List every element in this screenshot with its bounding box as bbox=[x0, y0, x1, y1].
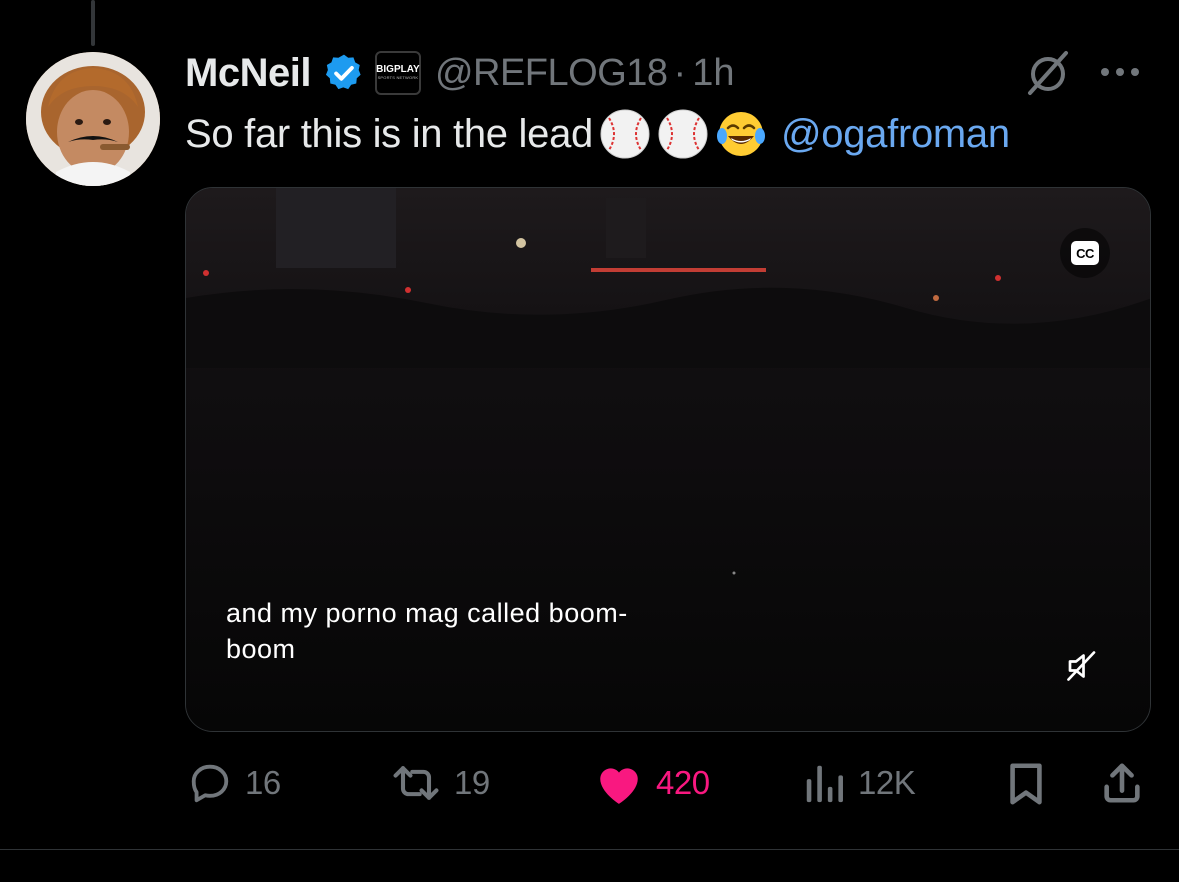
bookmark-button[interactable] bbox=[1004, 755, 1048, 811]
closed-captions-button[interactable]: CC bbox=[1060, 228, 1110, 278]
avatar[interactable] bbox=[26, 52, 160, 186]
thread-connector-line bbox=[91, 0, 95, 46]
reply-count: 16 bbox=[245, 764, 281, 801]
muted-speaker-icon bbox=[1067, 651, 1096, 681]
tweet-actions: 16 19 420 12K bbox=[0, 755, 1179, 811]
reply-icon bbox=[191, 764, 229, 803]
views-button[interactable]: 12K bbox=[802, 755, 916, 811]
views-icon bbox=[806, 765, 843, 803]
like-count: 420 bbox=[656, 764, 710, 801]
affiliate-badge-line2: SPORTS NETWORK bbox=[377, 75, 419, 80]
tweet-text: So far this is in the lead @ogafroman bbox=[185, 104, 1010, 164]
share-icon bbox=[1104, 763, 1140, 803]
mention-link[interactable]: @ogafroman bbox=[781, 112, 1010, 157]
author-name[interactable]: McNeil bbox=[185, 51, 311, 96]
tweet-header: McNeil BIGPLAY SPORTS NETWORK @REFLOG18 … bbox=[185, 48, 734, 98]
more-options-icon[interactable] bbox=[1101, 62, 1149, 82]
heart-icon bbox=[600, 768, 638, 804]
tweet-body-text: So far this is in the lead bbox=[185, 111, 593, 156]
tears-of-joy-emoji bbox=[715, 108, 767, 160]
like-button[interactable]: 420 bbox=[594, 755, 710, 811]
tweet-time[interactable]: 1h bbox=[692, 52, 734, 95]
video-player[interactable]: CC and my porno mag called boom- boom bbox=[185, 187, 1151, 732]
repost-icon bbox=[393, 766, 439, 800]
share-button[interactable] bbox=[1100, 755, 1144, 811]
verified-badge-icon[interactable] bbox=[323, 52, 365, 94]
video-caption-line1: and my porno mag called boom- bbox=[226, 598, 628, 628]
grok-icon[interactable] bbox=[1024, 49, 1072, 97]
video-caption-line2: boom bbox=[226, 634, 296, 664]
header-separator: · bbox=[673, 51, 687, 94]
affiliate-badge[interactable]: BIGPLAY SPORTS NETWORK bbox=[374, 51, 421, 95]
repost-count: 19 bbox=[454, 764, 490, 801]
unmute-button[interactable] bbox=[1054, 638, 1110, 694]
affiliate-badge-line1: BIGPLAY bbox=[376, 64, 420, 75]
baseball-emoji bbox=[657, 108, 709, 160]
author-handle[interactable]: @REFLOG18 bbox=[435, 52, 668, 95]
cc-label: CC bbox=[1071, 241, 1099, 265]
tweet-divider bbox=[0, 849, 1179, 850]
repost-button[interactable]: 19 bbox=[390, 755, 490, 811]
baseball-emoji bbox=[599, 108, 651, 160]
reply-button[interactable]: 16 bbox=[187, 755, 281, 811]
avatar-image bbox=[26, 52, 160, 186]
video-caption: and my porno mag called boom- boom bbox=[226, 595, 746, 667]
view-count: 12K bbox=[858, 764, 916, 801]
bookmark-icon bbox=[1010, 763, 1042, 805]
